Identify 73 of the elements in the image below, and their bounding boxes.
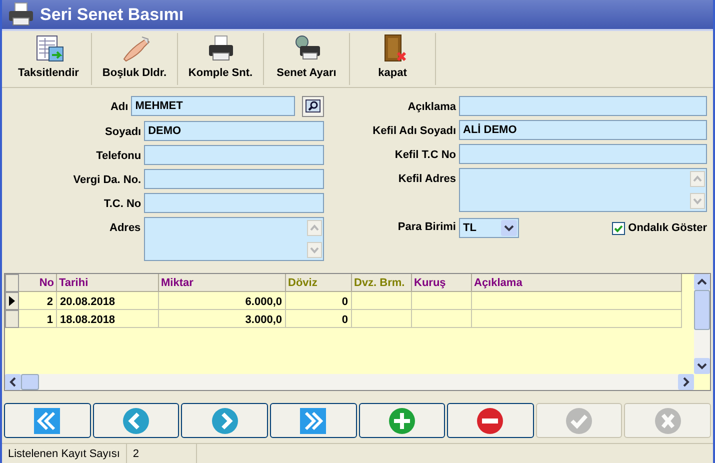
- text-field[interactable]: MEHMET: [131, 96, 296, 116]
- scroll-down-icon: [307, 242, 322, 258]
- field-label: Adı: [109, 100, 128, 115]
- field-label: Soyadı: [104, 124, 142, 140]
- scroll-up-icon: [690, 170, 705, 187]
- text-field[interactable]: [144, 192, 324, 213]
- table-cell: [352, 310, 412, 328]
- column-header[interactable]: Açıklama: [472, 274, 682, 292]
- text-area[interactable]: [459, 168, 707, 212]
- text-field[interactable]: [144, 168, 324, 189]
- scroll-down-icon: [690, 192, 705, 209]
- scroll-left-icon: [5, 374, 21, 390]
- field-label: Vergi Da. No.: [72, 172, 142, 188]
- field-label: Açıklama: [406, 100, 456, 115]
- field-label: T.C. No: [102, 196, 142, 212]
- status-label: Listelenen Kayıt Sayısı: [2, 444, 127, 463]
- table-cell: 2: [19, 292, 57, 310]
- field-label: Para Birimi: [396, 220, 456, 235]
- field-label: Kefil T.C No: [394, 148, 456, 163]
- nav-button[interactable]: [358, 403, 446, 438]
- table-cell: [412, 310, 472, 328]
- window-title: Seri Senet Basımı: [40, 4, 184, 26]
- printer-icon: [8, 2, 34, 26]
- text-field[interactable]: [459, 96, 707, 116]
- nav-button[interactable]: [181, 403, 268, 438]
- nav-button[interactable]: [270, 403, 356, 438]
- text-field[interactable]: [144, 144, 324, 165]
- table-cell: [352, 292, 412, 310]
- text-field[interactable]: [459, 144, 707, 164]
- currency-dropdown[interactable]: TL: [459, 218, 519, 238]
- field-label: Kefil Adı Soyadı: [372, 124, 456, 139]
- table-cell: 6.000,0: [159, 292, 286, 310]
- cross-icon: [654, 406, 682, 435]
- column-header[interactable]: Miktar: [159, 274, 286, 292]
- nav-button[interactable]: [92, 403, 180, 438]
- scroll-down-icon: [694, 358, 710, 374]
- toolbar-button[interactable]: Taksitlendir: [6, 32, 92, 85]
- column-header[interactable]: Kuruş: [412, 274, 472, 292]
- nav-button[interactable]: [4, 403, 91, 438]
- text-field[interactable]: DEMO: [144, 120, 324, 141]
- field-label: Adres: [108, 220, 141, 236]
- table-icon: [34, 33, 64, 64]
- scrollbar-thumb[interactable]: [694, 290, 710, 330]
- scrollbar-thumb[interactable]: [21, 374, 39, 390]
- scroll-up-icon: [307, 220, 322, 236]
- toolbar-button[interactable]: Komple Snt.: [178, 32, 264, 85]
- field-label: Kefil Adres: [397, 172, 456, 187]
- column-header[interactable]: Tarihi: [57, 274, 159, 292]
- table-cell: 20.08.2018: [57, 292, 159, 310]
- search-icon: [305, 99, 322, 114]
- plus-icon: [388, 406, 416, 435]
- toolbar-button[interactable]: kapat: [350, 32, 436, 85]
- table-cell: 0: [286, 292, 352, 310]
- table-cell: 1: [19, 310, 57, 328]
- toolbar-button[interactable]: Boşluk Dldr.: [92, 32, 178, 85]
- text-field[interactable]: ALİ DEMO: [459, 120, 707, 140]
- nav-button[interactable]: [447, 403, 534, 438]
- field-label: Telefonu: [95, 148, 142, 164]
- table-cell: 3.000,0: [159, 310, 286, 328]
- record-count: 2: [126, 444, 197, 463]
- toolbar-button[interactable]: Senet Ayarı: [264, 32, 350, 85]
- current-row-icon: [9, 296, 15, 306]
- decimal-checkbox[interactable]: Ondalık Göster: [612, 220, 707, 236]
- lookup-button[interactable]: [302, 96, 324, 117]
- table-cell: 0: [286, 310, 352, 328]
- table-cell: [412, 292, 472, 310]
- column-header[interactable]: No: [19, 274, 57, 292]
- text-area[interactable]: [144, 216, 324, 261]
- scroll-right-icon: [678, 374, 694, 390]
- table-cell: 18.08.2018: [57, 310, 159, 328]
- minus-icon: [476, 406, 504, 435]
- scroll-up-icon: [694, 274, 710, 290]
- check-icon: [565, 406, 594, 435]
